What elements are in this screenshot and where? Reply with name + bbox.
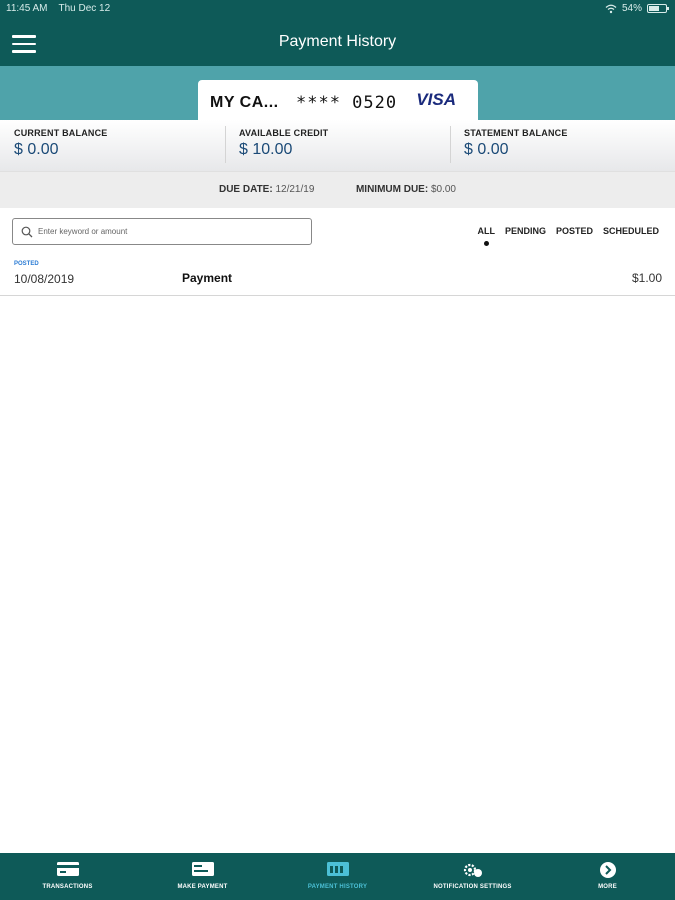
card-name: MY CA... [210,94,279,111]
minimum-due-value: $0.00 [430,184,456,195]
available-credit-label: AVAILABLE CREDIT [239,128,329,138]
app-header: 11:45 AM Thu Dec 12 54% Payment History [0,0,675,66]
bottom-nav: TRANSACTIONS MAKE PAYMENT PAYMENT HISTOR… [0,853,675,900]
filter-pending[interactable]: PENDING [505,226,546,236]
battery-icon [647,4,669,13]
history-icon [326,862,349,876]
nav-transactions[interactable]: TRANSACTIONS [0,853,135,900]
search-input[interactable] [38,221,308,242]
minimum-due-label: MINIMUM DUE: [355,184,429,195]
transaction-date: 10/08/2019 [14,272,75,286]
available-credit-value: $ 10.00 [239,141,293,158]
status-bar: 11:45 AM Thu Dec 12 54% [0,0,675,18]
current-balance: CURRENT BALANCE $ 0.00 [0,120,225,171]
active-filter-indicator [483,241,489,246]
status-date: Thu Dec 12 [58,3,111,14]
nav-transactions-label: TRANSACTIONS [42,884,93,890]
filter-scheduled-label: SCHEDULED [602,226,659,236]
wifi-icon [605,4,617,13]
status-time-date: 11:45 AM Thu Dec 12 [6,3,110,14]
filter-all[interactable]: ALL [477,226,495,246]
nav-more-label: MORE [598,884,617,890]
filter-posted-label: POSTED [555,226,593,236]
filter-all-label: ALL [477,226,495,236]
chevron-right-icon [599,862,616,878]
card-brand-logo: VISA [416,90,456,109]
card-number: **** 0520 [296,93,398,113]
nav-make-payment-label: MAKE PAYMENT [177,884,228,890]
statement-balance-label: STATEMENT BALANCE [464,128,568,138]
status-time: 11:45 AM [6,3,48,14]
nav-payment-history-label: PAYMENT HISTORY [307,884,368,890]
transaction-amount: $1.00 [631,271,662,285]
nav-payment-history[interactable]: PAYMENT HISTORY [270,853,405,900]
due-date-value: 12/21/19 [275,184,315,195]
card-selector[interactable]: MY CA... **** 0520 VISA [198,80,478,124]
settings-gear-icon [463,863,482,877]
current-balance-value: $ 0.00 [14,141,59,158]
filter-posted[interactable]: POSTED [556,226,593,236]
status-indicators: 54% [605,3,669,14]
filter-scheduled[interactable]: SCHEDULED [603,226,659,236]
search-icon [21,226,33,238]
available-credit: AVAILABLE CREDIT $ 10.00 [225,120,450,171]
statement-balance: STATEMENT BALANCE $ 0.00 [450,120,675,171]
battery-percent: 54% [621,3,642,14]
transaction-status: POSTED [14,261,39,267]
statement-balance-value: $ 0.00 [464,141,509,158]
nav-notification-settings-label: NOTIFICATION SETTINGS [433,884,512,890]
due-info-row: DUE DATE: 12/21/19 MINIMUM DUE: $0.00 [0,172,675,208]
nav-notification-settings[interactable]: NOTIFICATION SETTINGS [405,853,540,900]
balance-summary: CURRENT BALANCE $ 0.00 AVAILABLE CREDIT … [0,120,675,172]
nav-more[interactable]: MORE [540,853,675,900]
transaction-description: Payment [182,271,233,285]
list-item[interactable]: POSTED 10/08/2019 Payment $1.00 [0,258,675,296]
filter-tabs: ALL PENDING POSTED SCHEDULED [477,226,659,246]
filter-pending-label: PENDING [504,226,546,236]
search-box[interactable] [12,218,312,245]
due-date-label: DUE DATE: [218,184,273,195]
nav-make-payment[interactable]: MAKE PAYMENT [135,853,270,900]
card-icon [56,862,79,876]
page-title: Payment History [278,33,397,50]
payment-card-icon [191,862,214,876]
current-balance-label: CURRENT BALANCE [14,128,108,138]
